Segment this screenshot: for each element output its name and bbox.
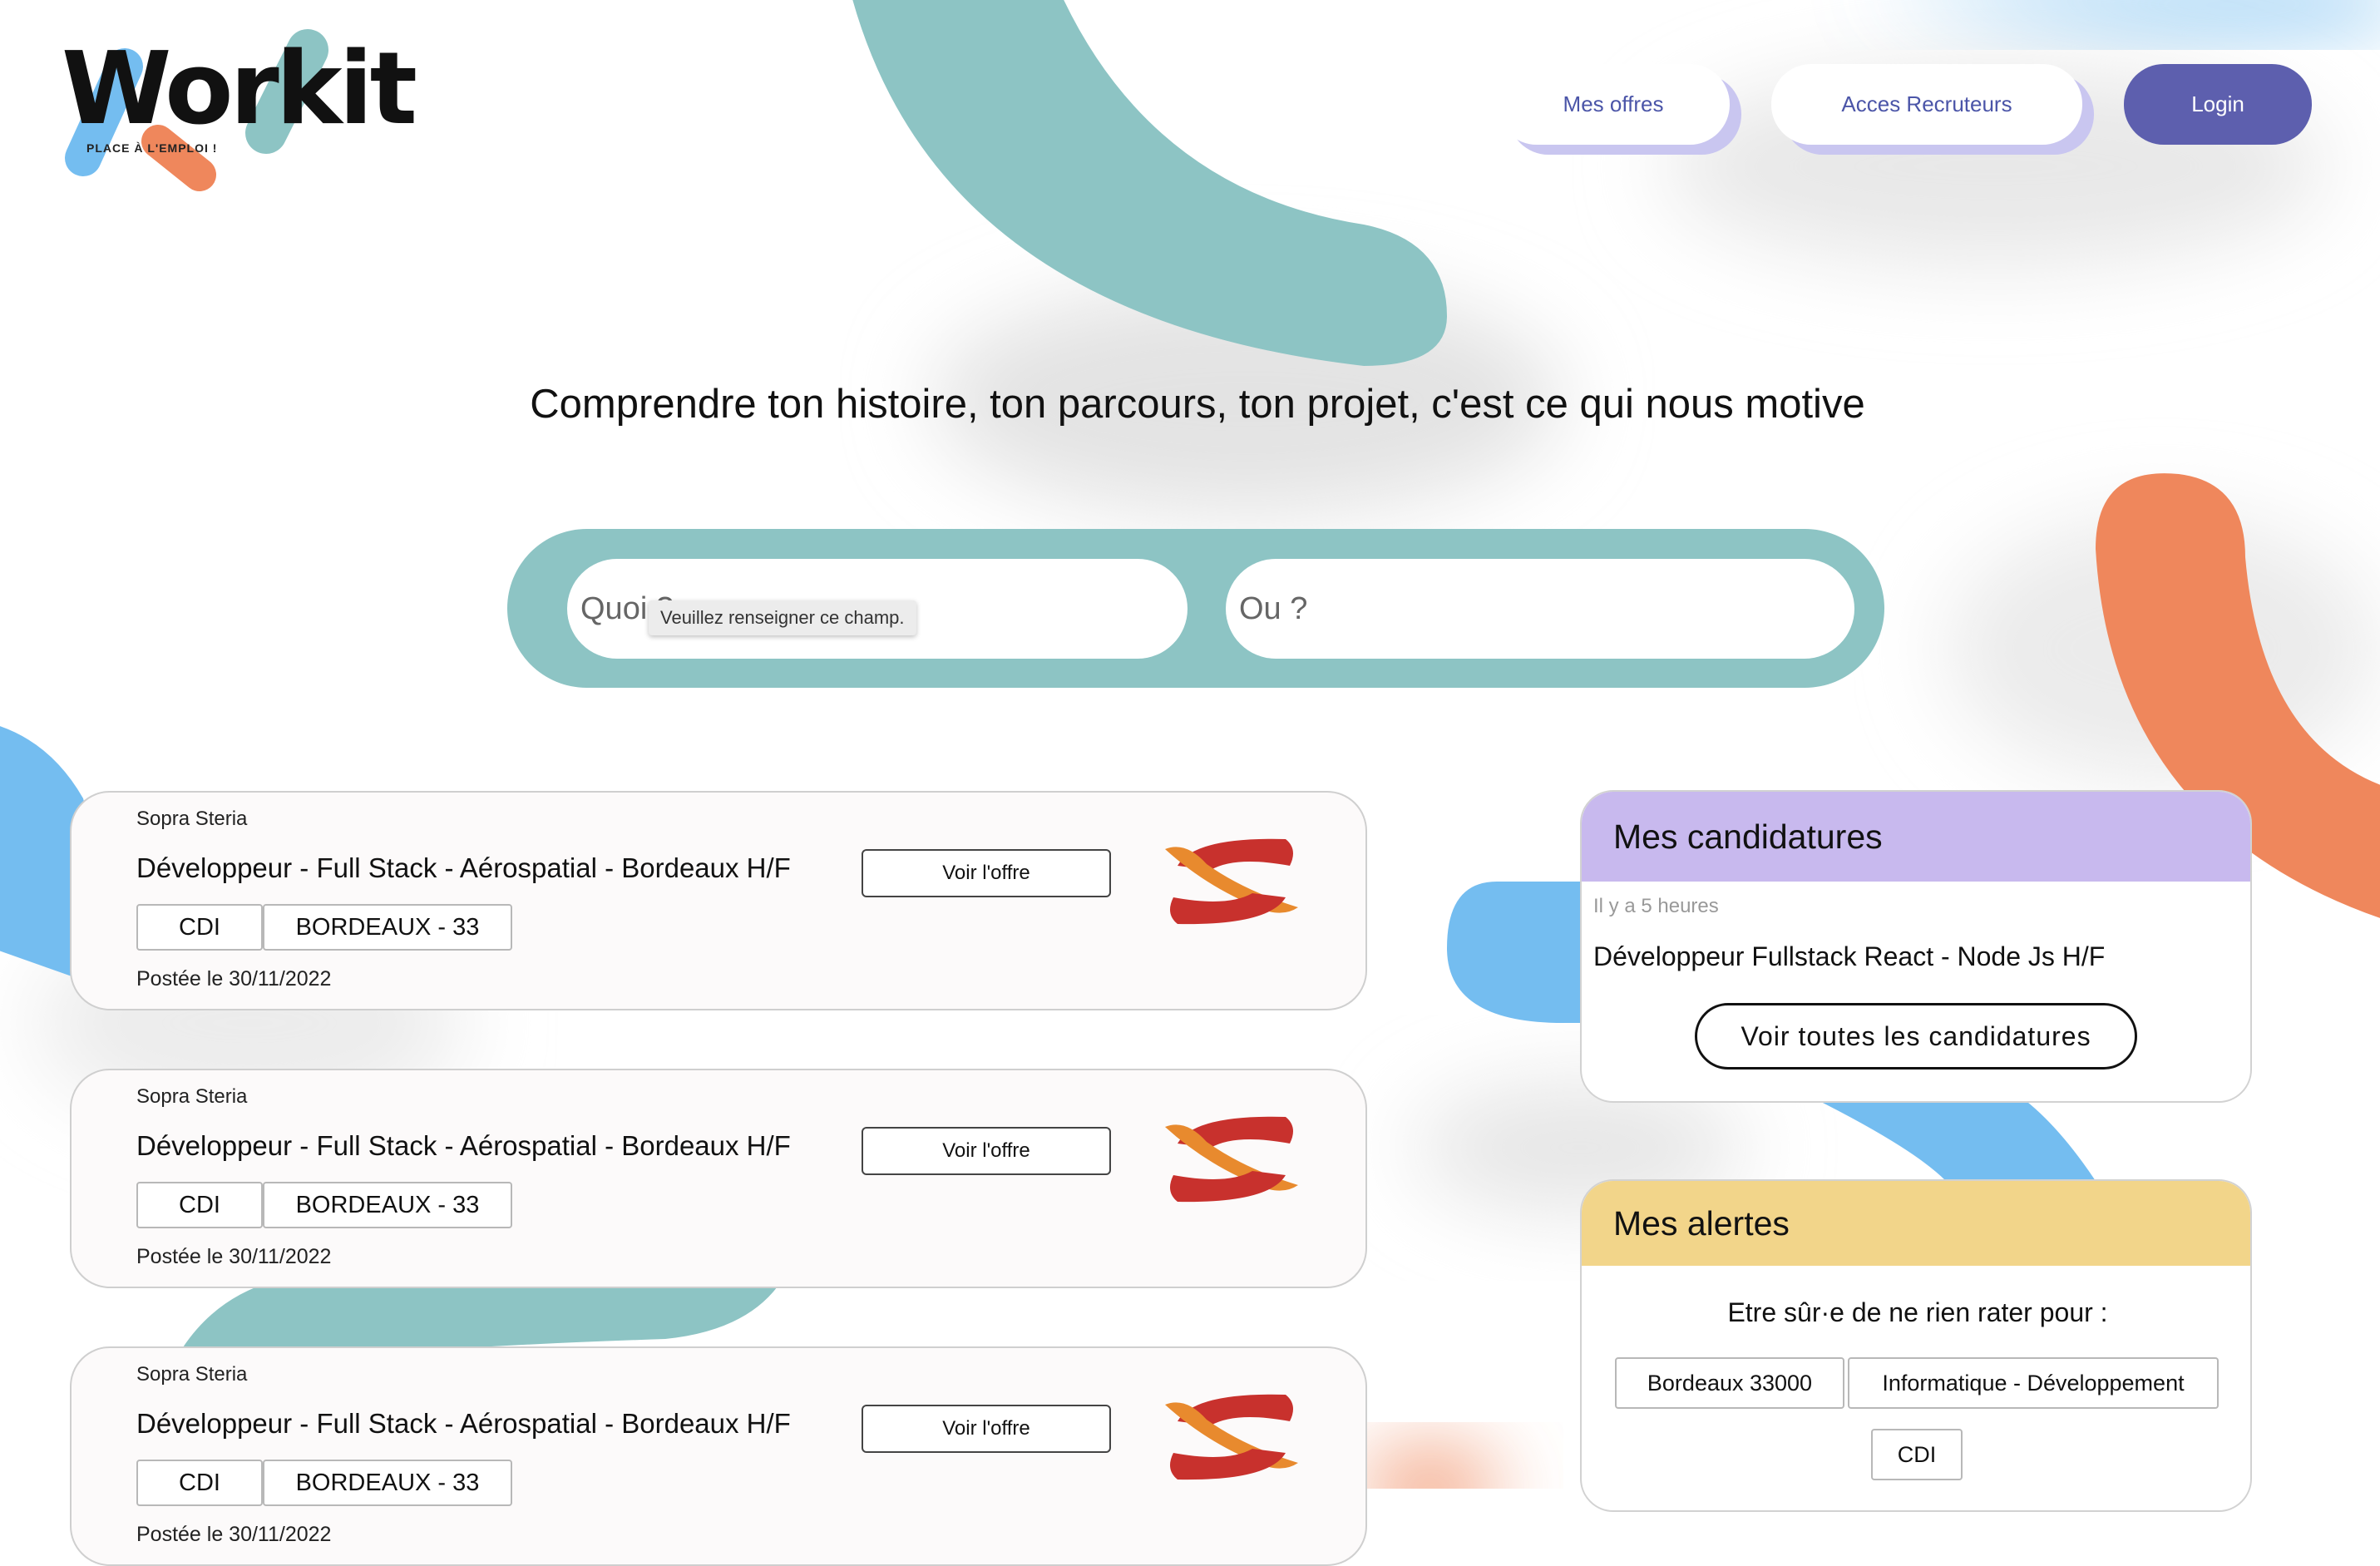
alert-tag-sector[interactable]: Informatique - Développement (1848, 1357, 2219, 1409)
job-location-tag: BORDEAUX - 33 (263, 1182, 512, 1228)
job-company: Sopra Steria (136, 1085, 248, 1108)
job-company: Sopra Steria (136, 808, 248, 830)
sopra-steria-logo-icon (1165, 1394, 1298, 1480)
validation-tooltip: Veuillez renseigner ce champ. (649, 600, 916, 635)
job-card[interactable]: Sopra Steria Développeur - Full Stack - … (70, 1346, 1367, 1566)
alertes-description: Etre sûr·e de ne rien rater pour : (1727, 1297, 2108, 1327)
mes-offres-button[interactable]: Mes offres (1497, 64, 1730, 145)
job-card[interactable]: Sopra Steria Développeur - Full Stack - … (70, 791, 1367, 1010)
alertes-panel: Mes alertes Etre sûr·e de ne rien rater … (1580, 1179, 2252, 1512)
view-offer-button[interactable]: Voir l'offre (862, 849, 1111, 897)
job-contract-tag: CDI (136, 904, 263, 951)
job-title: Développeur - Full Stack - Aérospatial -… (136, 852, 791, 883)
job-location-tag: BORDEAUX - 33 (263, 904, 512, 951)
candidature-job-title[interactable]: Développeur Fullstack React - Node Js H/… (1593, 941, 2105, 972)
page-headline: Comprendre ton histoire, ton parcours, t… (530, 382, 1865, 427)
job-title: Développeur - Full Stack - Aérospatial -… (136, 1130, 791, 1161)
logo-tagline: PLACE À L'EMPLOI ! (86, 141, 218, 155)
job-date: Postée le 30/11/2022 (136, 967, 332, 990)
alert-tag-contract[interactable]: CDI (1871, 1429, 1963, 1480)
alertes-title: Mes alertes (1582, 1181, 2250, 1266)
sopra-steria-logo-icon (1165, 1116, 1298, 1203)
view-offer-button[interactable]: Voir l'offre (862, 1127, 1111, 1175)
view-offer-button[interactable]: Voir l'offre (862, 1405, 1111, 1453)
candidatures-title: Mes candidatures (1582, 792, 2250, 882)
job-contract-tag: CDI (136, 1460, 263, 1506)
acces-recruteurs-button[interactable]: Acces Recruteurs (1771, 64, 2082, 145)
alert-tag-location[interactable]: Bordeaux 33000 (1615, 1357, 1844, 1409)
job-company: Sopra Steria (136, 1363, 248, 1386)
search-where-input[interactable] (1226, 559, 1854, 659)
workit-logo[interactable]: Workit PLACE À L'EMPLOI ! (33, 17, 417, 200)
job-title: Développeur - Full Stack - Aérospatial -… (136, 1408, 791, 1439)
job-card[interactable]: Sopra Steria Développeur - Full Stack - … (70, 1069, 1367, 1288)
job-contract-tag: CDI (136, 1182, 263, 1228)
job-date: Postée le 30/11/2022 (136, 1523, 332, 1546)
candidatures-panel: Mes candidatures Il y a 5 heures Dévelop… (1580, 790, 2252, 1103)
login-button[interactable]: Login (2124, 64, 2312, 145)
sopra-steria-logo-icon (1165, 838, 1298, 925)
job-date: Postée le 30/11/2022 (136, 1245, 332, 1268)
candidature-timestamp: Il y a 5 heures (1593, 895, 1719, 917)
view-all-candidatures-button[interactable]: Voir toutes les candidatures (1695, 1003, 2137, 1070)
job-location-tag: BORDEAUX - 33 (263, 1460, 512, 1506)
logo-wordmark: Workit (62, 32, 417, 147)
